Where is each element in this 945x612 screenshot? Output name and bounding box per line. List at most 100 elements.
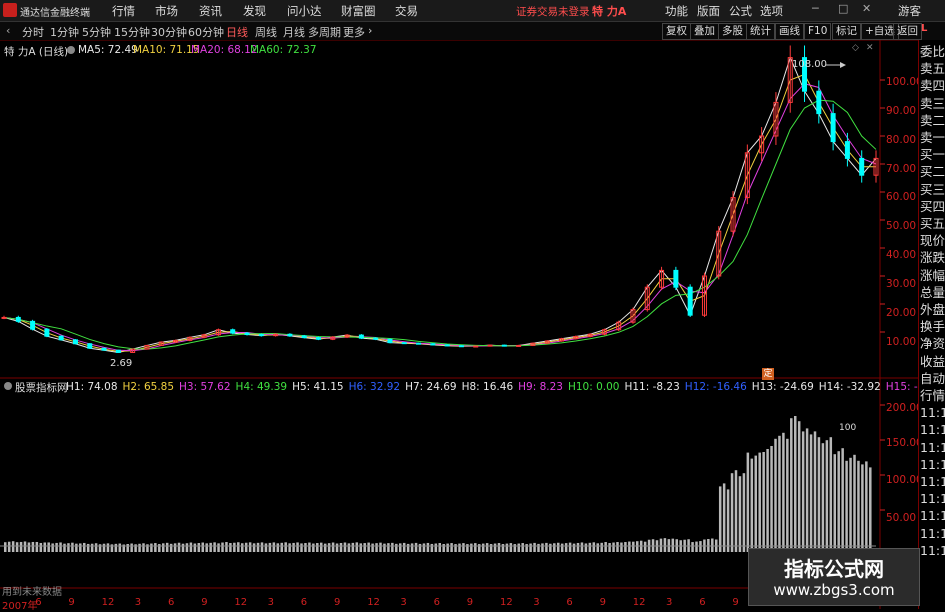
guest-label[interactable]: 游客 <box>898 3 921 19</box>
indicator-bar <box>754 455 757 552</box>
btn-fuquan[interactable]: 复权 <box>662 23 691 40</box>
side-item[interactable]: 行情 <box>920 388 945 403</box>
period-60min[interactable]: 60分钟 <box>188 24 224 40</box>
candle-body <box>487 344 493 347</box>
side-item[interactable]: 买五 <box>920 216 945 231</box>
menu-hangqing[interactable]: 行情 <box>112 3 135 19</box>
indicator-bar <box>308 542 311 552</box>
future-data-notice: 用到未来数据 <box>2 587 62 598</box>
btn-huaxian[interactable]: 画线 <box>775 23 804 40</box>
indicator-bar <box>268 542 272 552</box>
side-item[interactable]: 卖五 <box>920 61 945 76</box>
pane-close-icon[interactable]: ✕ <box>866 43 874 53</box>
indicator-bar <box>691 542 694 552</box>
indicator-bar <box>782 432 785 552</box>
period-15min[interactable]: 15分钟 <box>114 24 150 40</box>
side-item[interactable]: 11:1 <box>920 491 945 506</box>
indicator-bar <box>612 542 615 552</box>
period-multi[interactable]: 多周期 <box>308 24 341 40</box>
side-item[interactable]: 买一 <box>920 147 945 162</box>
side-item[interactable]: 11:1 <box>920 405 945 420</box>
menu-gongshi[interactable]: 公式 <box>729 3 752 19</box>
menu-caifuquan[interactable]: 财富圈 <box>341 3 376 19</box>
side-item[interactable]: 11:1 <box>920 440 945 455</box>
indicator-bar <box>233 542 236 552</box>
side-item[interactable]: 11:1 <box>920 543 945 558</box>
candle-body <box>87 343 93 349</box>
side-item[interactable]: 外盘 <box>920 302 945 317</box>
period-30min[interactable]: 30分钟 <box>151 24 187 40</box>
side-item[interactable]: 卖三 <box>920 96 945 111</box>
indicator-legend-item: H3: 57.62 <box>179 381 231 393</box>
more-arrow-icon[interactable]: › <box>368 24 372 37</box>
indicator-bar <box>564 543 568 552</box>
indicator-bar <box>402 542 406 552</box>
side-item[interactable]: 11:1 <box>920 422 945 437</box>
menu-shichang[interactable]: 市场 <box>155 3 178 19</box>
period-weekly[interactable]: 周线 <box>255 24 277 40</box>
indicator-bar <box>395 543 398 552</box>
indicator-bar <box>418 543 422 552</box>
menu-wenxiaoda[interactable]: 问小达 <box>287 3 322 19</box>
btn-tongji[interactable]: 统计 <box>746 23 775 40</box>
side-item[interactable]: 11:1 <box>920 508 945 523</box>
side-item[interactable]: 委比 <box>920 44 945 59</box>
indicator-bar <box>331 542 335 552</box>
settings-dot-icon[interactable] <box>67 46 75 54</box>
event-marker[interactable]: 定 <box>762 368 774 380</box>
menu-jiaoyi[interactable]: 交易 <box>395 3 418 19</box>
side-item[interactable]: 卖四 <box>920 78 945 93</box>
indicator-settings-icon[interactable] <box>4 382 12 390</box>
kline-chart[interactable]: ◇ ✕ <box>0 40 918 609</box>
side-item[interactable]: 11:1 <box>920 457 945 472</box>
side-item[interactable]: 涨幅 <box>920 268 945 283</box>
maximize-icon[interactable]: □ <box>838 2 848 15</box>
period-daily[interactable]: 日线 <box>226 24 248 40</box>
minimize-icon[interactable]: ─ <box>812 2 819 15</box>
side-item[interactable]: 卖二 <box>920 113 945 128</box>
diamond-icon[interactable]: ◇ <box>852 43 859 53</box>
indicator-bar <box>636 541 639 552</box>
collapse-icon[interactable]: ‹ <box>6 24 10 37</box>
indicator-bar <box>474 543 477 552</box>
side-item[interactable]: 涨跌 <box>920 250 945 265</box>
btn-f10[interactable]: F10 <box>804 23 832 40</box>
indicator-legend-item: H1: 74.08 <box>66 381 118 393</box>
menu-banmian[interactable]: 版面 <box>697 3 720 19</box>
period-1min[interactable]: 1分钟 <box>50 24 79 40</box>
x-tick-label: 6 <box>35 597 42 608</box>
side-item[interactable]: 现价 <box>920 233 945 248</box>
side-item[interactable]: 换手 <box>920 319 945 334</box>
btn-biaoji[interactable]: 标记 <box>832 23 861 40</box>
btn-fanhui[interactable]: 返回 <box>893 23 922 40</box>
side-item[interactable]: 卖一 <box>920 130 945 145</box>
close-icon[interactable]: ✕ <box>862 2 871 15</box>
login-notice[interactable]: 证券交易未登录 <box>516 4 590 19</box>
menu-xuanxiang[interactable]: 选项 <box>760 3 783 19</box>
side-item[interactable]: 净资 <box>920 336 945 351</box>
menu-faxian[interactable]: 发现 <box>243 3 266 19</box>
period-5min[interactable]: 5分钟 <box>82 24 111 40</box>
indicator-bar <box>280 542 283 552</box>
period-more[interactable]: 更多 <box>343 24 365 40</box>
side-item[interactable]: 买四 <box>920 199 945 214</box>
side-item[interactable]: 11:1 <box>920 526 945 541</box>
indicator-bar <box>67 543 70 552</box>
indicator-bar <box>817 437 821 552</box>
indicator-bar <box>462 543 465 552</box>
btn-diejia[interactable]: 叠加 <box>690 23 719 40</box>
menu-gongneng[interactable]: 功能 <box>665 3 688 19</box>
side-item[interactable]: 11:1 <box>920 474 945 489</box>
period-fenshi[interactable]: 分时 <box>22 24 44 40</box>
indicator-bar <box>379 542 382 552</box>
side-item[interactable]: 总量 <box>920 285 945 300</box>
btn-duogu[interactable]: 多股 <box>718 23 747 40</box>
side-item[interactable]: 买三 <box>920 182 945 197</box>
menu-zixun[interactable]: 资讯 <box>199 3 222 19</box>
side-item[interactable]: 自动 <box>920 371 945 386</box>
indicator-bar <box>181 543 185 552</box>
side-item[interactable]: 买二 <box>920 164 945 179</box>
period-monthly[interactable]: 月线 <box>283 24 305 40</box>
indicator-bar <box>292 542 295 552</box>
side-item[interactable]: 收益 <box>920 354 945 369</box>
